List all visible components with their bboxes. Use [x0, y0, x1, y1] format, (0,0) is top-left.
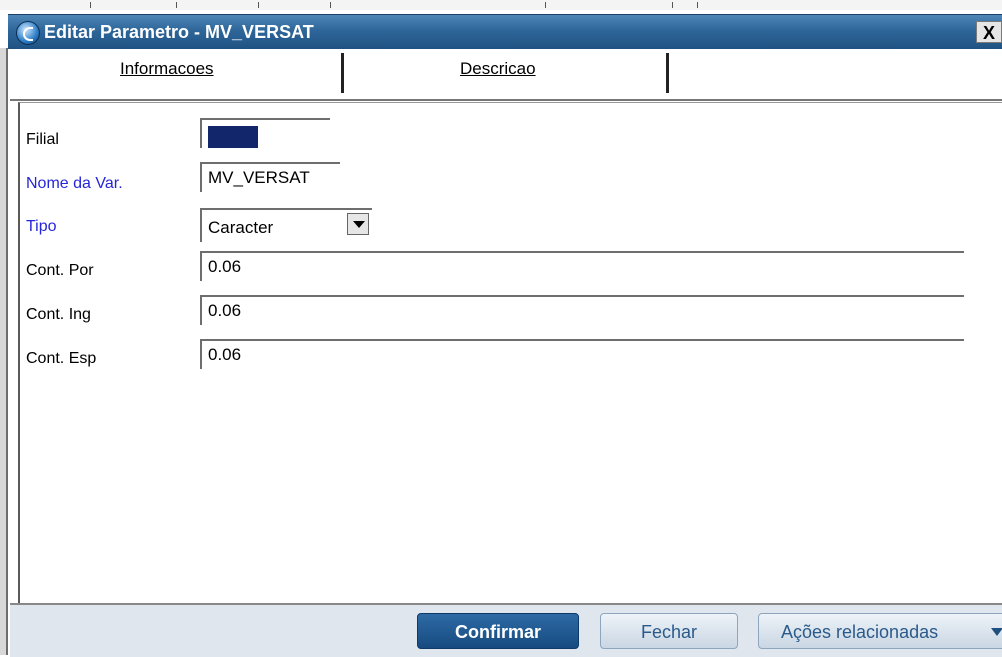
tipo-label: Tipo	[26, 218, 57, 235]
strip-tick	[330, 2, 331, 8]
tab-separator	[666, 53, 669, 93]
related-actions-label: Ações relacionadas	[781, 622, 939, 642]
cont-ing-label: Cont. Ing	[26, 306, 91, 323]
cont-ing-field[interactable]: 0.06	[200, 295, 964, 325]
strip-tick	[258, 2, 259, 8]
nome-var-field[interactable]: MV_VERSAT	[200, 162, 340, 192]
app-logo-icon	[16, 21, 40, 45]
tab-informacoes[interactable]: Informacoes	[120, 59, 214, 79]
window-title: Editar Parametro - MV_VERSAT	[44, 22, 314, 42]
cont-esp-field[interactable]: 0.06	[200, 339, 964, 369]
close-icon[interactable]: X	[976, 21, 1002, 43]
chevron-down-icon[interactable]	[347, 213, 369, 235]
related-actions-button[interactable]: Ações relacionadas	[758, 613, 1002, 649]
tab-descricao[interactable]: Descricao	[460, 59, 536, 79]
filial-label: Filial	[26, 131, 59, 148]
filial-field-fill	[208, 126, 258, 148]
window-title-bar[interactable]: Editar Parametro - MV_VERSAT X	[8, 14, 1002, 49]
cont-esp-label: Cont. Esp	[26, 350, 97, 367]
tab-separator	[341, 53, 344, 93]
chevron-down-icon	[991, 628, 1002, 636]
cont-por-field[interactable]: 0.06	[200, 251, 964, 281]
window-left-frame	[0, 48, 8, 655]
tab-informacoes-label: Informacoes	[120, 59, 214, 78]
strip-tick	[90, 2, 91, 8]
strip-tick	[697, 2, 698, 8]
tab-descricao-label: Descricao	[460, 59, 536, 78]
nome-var-label: Nome da Var.	[26, 175, 123, 192]
tab-bar: Informacoes Descricao	[10, 49, 1002, 101]
background-window-strip	[0, 0, 1002, 10]
strip-tick	[176, 2, 177, 8]
strip-tick	[545, 2, 546, 8]
close-button[interactable]: Fechar	[600, 613, 738, 649]
cont-por-label: Cont. Por	[26, 262, 94, 279]
strip-tick	[672, 2, 673, 8]
confirm-button[interactable]: Confirmar	[417, 613, 579, 649]
